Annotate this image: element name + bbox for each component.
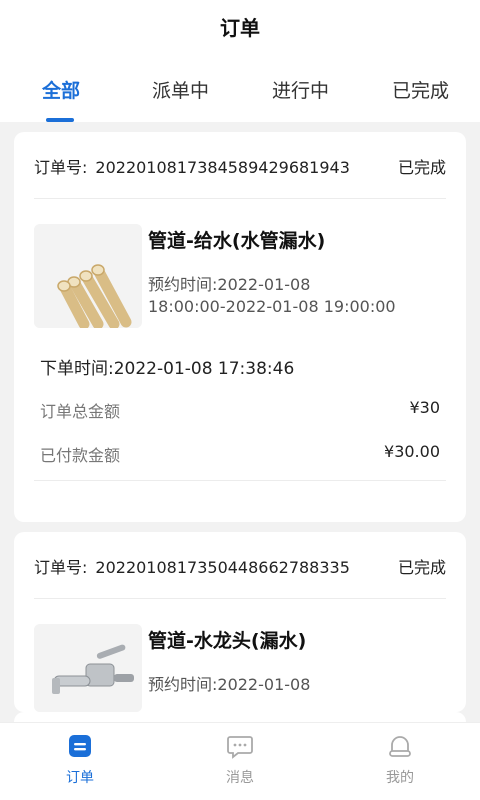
message-icon	[227, 736, 253, 759]
divider	[34, 480, 446, 481]
divider	[34, 198, 446, 199]
faucet-image-icon	[34, 624, 142, 712]
order-card[interactable]: 订单号: 20220108173504486627883​35 已完成 管道-水龙…	[14, 532, 466, 712]
order-status: 已完成	[397, 558, 446, 577]
profile-icon	[389, 736, 411, 757]
total-amount-value: ¥30	[409, 398, 440, 417]
paid-amount-value: ¥30.00	[384, 442, 440, 461]
tab-completed[interactable]: 已完成	[392, 76, 449, 103]
order-status: 已完成	[397, 158, 446, 177]
pipe-image-icon	[34, 224, 142, 328]
order-number-value: 20220108173504486627883​35	[95, 558, 350, 577]
tab-active-indicator	[46, 118, 74, 122]
item-name: 管道-水龙头(漏水)	[148, 630, 307, 652]
appointment-time: 预约时间:2022-01-08 18:00:00-2022-01-08 19:0…	[148, 274, 396, 318]
total-amount-label: 订单总金额	[40, 402, 121, 421]
tab-in-progress[interactable]: 进行中	[272, 76, 329, 103]
divider	[34, 598, 446, 599]
order-card[interactable]: 订单号: 20220108173845894296819​43 已完成 管道-给水…	[14, 132, 466, 522]
appointment-line-1: 预约时间:2022-01-08	[148, 675, 311, 694]
order-icon	[69, 735, 91, 757]
nav-orders-label: 订单	[66, 770, 94, 786]
placed-time: 下单时间:2022-01-08 17:38:46	[40, 359, 295, 379]
nav-orders[interactable]: 订单	[40, 733, 120, 787]
nav-profile-label: 我的	[386, 770, 414, 786]
item-image	[34, 224, 142, 328]
item-image	[34, 624, 142, 712]
nav-profile[interactable]: 我的	[360, 733, 440, 787]
bottom-nav: 订单 消息 我的	[0, 722, 480, 800]
item-name: 管道-给水(水管漏水)	[148, 230, 326, 252]
tab-bar: 全部 派单中 进行中 已完成	[0, 76, 480, 116]
appointment-line-1: 预约时间:2022-01-08	[148, 275, 311, 294]
order-number: 订单号: 20220108173504486627883​35	[34, 554, 350, 578]
nav-messages-label: 消息	[226, 770, 254, 786]
order-number-label: 订单号:	[34, 558, 88, 577]
order-number: 订单号: 20220108173845894296819​43	[34, 154, 350, 178]
order-number-value: 20220108173845894296819​43	[95, 158, 350, 177]
paid-amount-label: 已付款金额	[40, 446, 121, 465]
nav-messages[interactable]: 消息	[200, 733, 280, 787]
tab-dispatching[interactable]: 派单中	[152, 76, 209, 103]
header: 订单 全部 派单中 进行中 已完成	[0, 0, 480, 122]
tab-all[interactable]: 全部	[42, 76, 80, 103]
order-number-label: 订单号:	[34, 158, 88, 177]
page-title: 订单	[220, 16, 260, 40]
appointment-time: 预约时间:2022-01-08	[148, 674, 310, 696]
appointment-line-2: 18:00:00-2022-01-08 19:00:00	[148, 297, 396, 316]
